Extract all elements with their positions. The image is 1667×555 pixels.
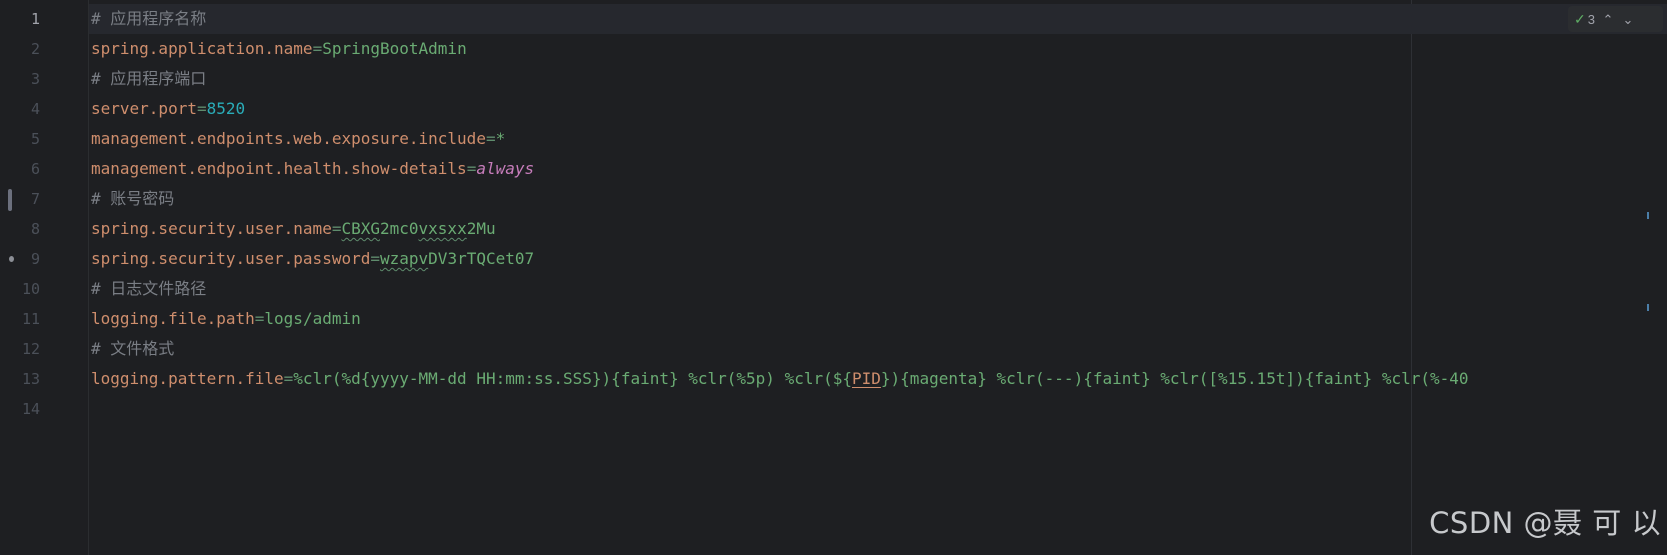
gutter-row[interactable]: 13 — [0, 364, 88, 394]
code-line[interactable]: spring.security.user.password=wzapvDV3rT… — [89, 244, 1667, 274]
line-number-gutter[interactable]: 1 2 3 4 5 6 7 8 9 10 11 12 13 14 — [0, 0, 89, 555]
code-editor[interactable]: 1 2 3 4 5 6 7 8 9 10 11 12 13 14 # 应用程序名称 spring.appli… — [0, 0, 1667, 555]
code-token-eq: = — [283, 369, 294, 388]
code-token-ref: PID — [852, 369, 881, 388]
code-token-key: spring.security.user.name — [91, 219, 332, 238]
line-number[interactable]: 7 — [0, 184, 40, 214]
code-token-eq: = — [485, 129, 496, 148]
gutter-row[interactable]: 12 — [0, 334, 88, 364]
code-token-comment: # 应用程序名称 — [91, 9, 207, 28]
chevron-down-icon[interactable]: ⌄ — [1621, 13, 1635, 26]
gutter-row[interactable]: 10 — [0, 274, 88, 304]
code-token-comment: # 账号密码 — [91, 189, 175, 208]
code-token-val: * — [495, 129, 506, 148]
line-number[interactable]: 1 — [0, 4, 40, 34]
line-number[interactable]: 14 — [0, 394, 40, 424]
code-token-comment: # 文件格式 — [91, 339, 175, 358]
line-number[interactable]: 13 — [0, 364, 40, 394]
code-token-val: DV3rTQCet07 — [428, 249, 535, 268]
code-line[interactable]: logging.file.path=logs/admin — [89, 304, 1667, 334]
code-token-val: }){magenta} %clr(---){faint} %clr([%15.1… — [880, 369, 1469, 388]
code-token-val: %clr(%d{yyyy-MM-dd HH:mm:ss.SSS}){faint}… — [293, 369, 852, 388]
code-line[interactable]: management.endpoints.web.exposure.includ… — [89, 124, 1667, 154]
line-number[interactable]: 4 — [0, 94, 40, 124]
code-area[interactable]: # 应用程序名称 spring.application.name=SpringBo… — [89, 0, 1667, 555]
code-line[interactable]: spring.application.name=SpringBootAdmin — [89, 34, 1667, 64]
scrollbar-marker[interactable] — [1647, 304, 1649, 311]
gutter-row[interactable]: 2 — [0, 34, 88, 64]
line-number[interactable]: 11 — [0, 304, 40, 334]
gutter-row[interactable]: 5 — [0, 124, 88, 154]
line-number[interactable]: 8 — [0, 214, 40, 244]
code-token-key: management.endpoints.web.exposure.includ… — [91, 129, 486, 148]
code-token-val: wzapv — [380, 249, 429, 268]
code-token-num: 8520 — [206, 99, 246, 118]
gutter-row[interactable]: 11 — [0, 304, 88, 334]
code-token-key: spring.application.name — [91, 39, 313, 58]
line-number[interactable]: 9 — [0, 244, 40, 274]
code-token-val: vxsxx — [418, 219, 467, 238]
code-line[interactable]: # 文件格式 — [89, 334, 1667, 364]
line-number[interactable]: 12 — [0, 334, 40, 364]
code-token-key: logging.file.path — [91, 309, 255, 328]
code-token-key: server.port — [91, 99, 197, 118]
code-token-comment: # 应用程序端口 — [91, 69, 207, 88]
code-line[interactable]: management.endpoint.health.show-details=… — [89, 154, 1667, 184]
code-line[interactable]: # 应用程序端口 — [89, 64, 1667, 94]
inspection-count[interactable]: 3 — [1588, 12, 1595, 27]
code-line[interactable]: server.port=8520 — [89, 94, 1667, 124]
code-token-eq: = — [370, 249, 380, 268]
code-line[interactable] — [89, 394, 1667, 424]
line-number[interactable]: 10 — [0, 274, 40, 304]
watermark: CSDN @聂 可 以 — [1429, 506, 1661, 540]
code-token-val: 2Mu — [466, 219, 496, 238]
code-token-val: logs/admin — [264, 309, 361, 328]
line-number[interactable]: 6 — [0, 154, 40, 184]
code-token-val: CBXG — [341, 219, 380, 238]
code-token-kw: always — [476, 159, 535, 178]
gutter-row[interactable]: 8 — [0, 214, 88, 244]
code-token-eq: = — [312, 39, 323, 58]
gutter-row[interactable]: 14 — [0, 394, 88, 424]
gutter-row[interactable]: 6 — [0, 154, 88, 184]
gutter-row[interactable]: 9 — [0, 244, 88, 274]
code-token-val: SpringBootAdmin — [322, 39, 467, 58]
code-token-key: management.endpoint.health.show-details — [91, 159, 467, 178]
gutter-dot-icon[interactable] — [9, 256, 14, 262]
scrollbar-marker[interactable] — [1647, 212, 1649, 219]
check-icon[interactable]: ✓ — [1574, 12, 1586, 26]
line-number[interactable]: 2 — [0, 34, 40, 64]
gutter-row[interactable]: 7 — [0, 184, 88, 214]
code-line[interactable]: spring.security.user.name=CBXG2mc0vxsxx2… — [89, 214, 1667, 244]
code-token-eq: = — [466, 159, 477, 178]
code-line[interactable]: # 日志文件路径 — [89, 274, 1667, 304]
code-token-val: 2mc0 — [380, 219, 419, 238]
code-token-key: spring.security.user.password — [91, 249, 371, 268]
line-number[interactable]: 3 — [0, 64, 40, 94]
code-line[interactable]: # 账号密码 — [89, 184, 1667, 214]
vcs-change-marker[interactable] — [8, 189, 12, 211]
gutter-row[interactable]: 3 — [0, 64, 88, 94]
inspection-widget[interactable]: ✓ 3 ⌃ ⌄ — [1568, 6, 1663, 32]
code-token-eq: = — [196, 99, 207, 118]
chevron-up-icon[interactable]: ⌃ — [1601, 13, 1615, 26]
gutter-row[interactable]: 4 — [0, 94, 88, 124]
line-number[interactable]: 5 — [0, 124, 40, 154]
code-line[interactable]: # 应用程序名称 — [89, 4, 1667, 34]
code-token-key: logging.pattern.file — [91, 369, 284, 388]
code-line[interactable]: logging.pattern.file=%clr(%d{yyyy-MM-dd … — [89, 364, 1667, 394]
gutter-row[interactable]: 1 — [0, 4, 88, 34]
code-token-comment: # 日志文件路径 — [91, 279, 207, 298]
code-token-eq: = — [254, 309, 265, 328]
